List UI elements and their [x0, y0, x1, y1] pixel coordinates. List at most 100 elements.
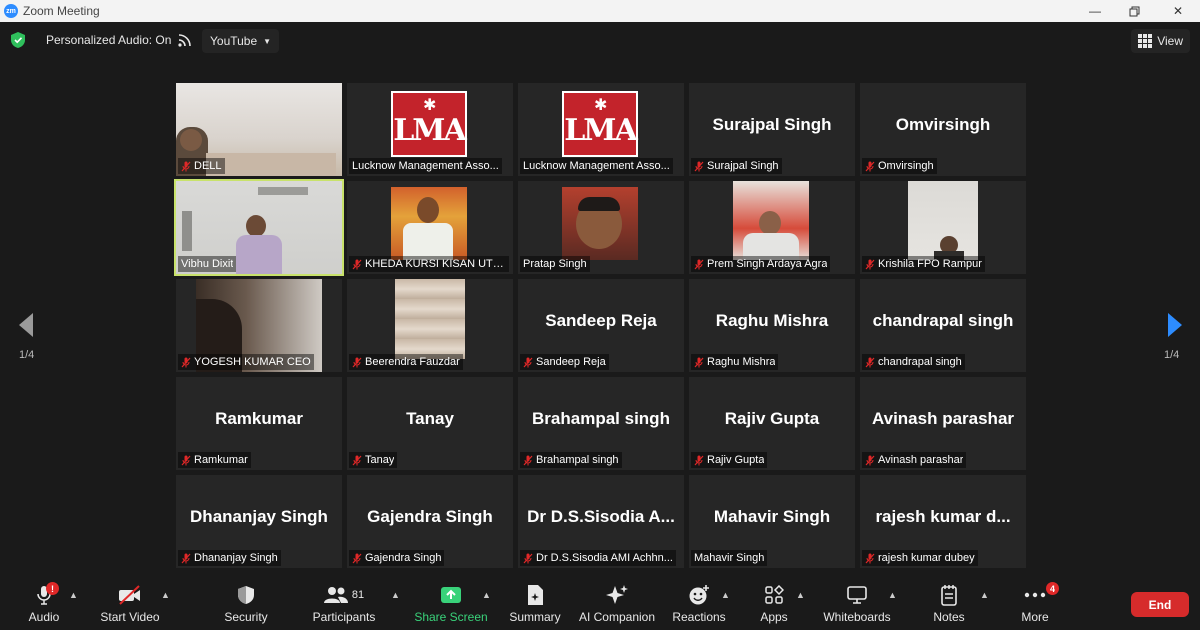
- personalized-audio-status[interactable]: Personalized Audio: On: [46, 33, 171, 47]
- muted-mic-icon: [352, 357, 362, 367]
- audio-warning-badge: !: [46, 582, 59, 595]
- participant-tile[interactable]: Pratap Singh: [518, 181, 684, 274]
- participant-name-label: Prem Singh Ardaya Agra: [691, 256, 831, 272]
- participants-options-caret[interactable]: ▲: [391, 590, 400, 600]
- meeting-top-bar: Personalized Audio: On YouTube ▼ View: [0, 22, 1200, 60]
- participant-tile[interactable]: Brahampal singh Brahampal singh: [518, 377, 684, 470]
- apps-options-caret[interactable]: ▲: [796, 590, 805, 600]
- participant-tile[interactable]: Krishila FPO Rampur: [860, 181, 1026, 274]
- apps-icon: [765, 585, 784, 604]
- reactions-button[interactable]: Reactions: [672, 582, 726, 626]
- whiteboards-button[interactable]: Whiteboards: [822, 582, 892, 626]
- participant-name-label: Gajendra Singh: [349, 550, 445, 566]
- participant-name-label: Rajiv Gupta: [691, 452, 768, 468]
- participant-name-label: Dr D.S.Sisodia AMI Achhn...: [520, 550, 676, 566]
- participant-tile[interactable]: YOGESH KUMAR CEO: [176, 279, 342, 372]
- more-button[interactable]: 4 More: [1018, 582, 1059, 626]
- muted-mic-icon: [865, 259, 875, 269]
- participant-name-label: Omvirsingh: [862, 158, 937, 174]
- participant-tile[interactable]: Raghu Mishra Raghu Mishra: [689, 279, 855, 372]
- summary-button[interactable]: Summary: [508, 582, 562, 626]
- notes-options-caret[interactable]: ▲: [980, 590, 989, 600]
- participant-tile-active-speaker[interactable]: Vibhu Dixit: [174, 179, 344, 276]
- ai-sparkle-icon: [606, 585, 628, 604]
- stream-target-dropdown[interactable]: YouTube ▼: [202, 29, 280, 53]
- participant-tile[interactable]: Mahavir Singh Mahavir Singh: [689, 475, 855, 568]
- muted-mic-icon: [523, 455, 533, 465]
- caret-down-icon: ▼: [263, 36, 272, 46]
- muted-mic-icon: [694, 161, 704, 171]
- gallery-grid: DELL ✱ LMA Lucknow Management Asso... ✱ …: [174, 83, 1026, 570]
- share-screen-button[interactable]: Share Screen: [414, 582, 488, 626]
- participant-tile[interactable]: Surajpal Singh Surajpal Singh: [689, 83, 855, 176]
- live-stream-icon[interactable]: [178, 33, 192, 47]
- participant-tile[interactable]: Dhananjay Singh Dhananjay Singh: [176, 475, 342, 568]
- page-indicator-left: 1/4: [19, 349, 35, 361]
- close-window-button[interactable]: ✕: [1158, 0, 1198, 22]
- muted-mic-icon: [181, 161, 191, 171]
- participant-tile[interactable]: ✱ LMA Lucknow Management Asso...: [518, 83, 684, 176]
- next-page-arrow-icon[interactable]: [1166, 312, 1184, 338]
- participant-display-name: chandrapal singh: [872, 311, 1014, 330]
- more-notification-badge: 4: [1046, 582, 1059, 595]
- participant-tile[interactable]: rajesh kumar d... rajesh kumar dubey: [860, 475, 1026, 568]
- view-label: View: [1157, 34, 1183, 48]
- share-options-caret[interactable]: ▲: [482, 590, 491, 600]
- participant-tile[interactable]: Beerendra Fauzdar: [347, 279, 513, 372]
- start-video-button[interactable]: Start Video: [98, 582, 162, 626]
- participant-name-label: Krishila FPO Rampur: [862, 256, 985, 272]
- participant-name-label: DELL: [178, 158, 225, 174]
- participant-tile[interactable]: Gajendra Singh Gajendra Singh: [347, 475, 513, 568]
- muted-mic-icon: [694, 259, 704, 269]
- summary-document-icon: [528, 585, 543, 605]
- view-button[interactable]: View: [1131, 29, 1190, 53]
- restore-icon: [1129, 6, 1139, 16]
- share-screen-icon: [441, 587, 461, 603]
- muted-mic-icon: [694, 455, 704, 465]
- muted-mic-icon: [523, 553, 533, 563]
- participant-tile[interactable]: Rajiv Gupta Rajiv Gupta: [689, 377, 855, 470]
- participant-display-name: rajesh kumar d...: [875, 507, 1011, 526]
- participant-count: 81: [351, 589, 365, 601]
- participant-tile[interactable]: Omvirsingh Omvirsingh: [860, 83, 1026, 176]
- maximize-button[interactable]: [1114, 0, 1154, 22]
- participant-tile[interactable]: Dr D.S.Sisodia A... Dr D.S.Sisodia AMI A…: [518, 475, 684, 568]
- participant-name-label: Mahavir Singh: [691, 550, 768, 566]
- participant-tile[interactable]: KHEDA KURSI KISAN UTP...: [347, 181, 513, 274]
- audio-button[interactable]: ! Audio: [26, 582, 62, 626]
- participant-tile[interactable]: Prem Singh Ardaya Agra: [689, 181, 855, 274]
- audio-options-caret[interactable]: ▲: [69, 590, 78, 600]
- previous-page-arrow-icon[interactable]: [17, 312, 35, 338]
- participant-display-name: Surajpal Singh: [712, 115, 832, 134]
- participants-button[interactable]: 81 Participants: [312, 582, 376, 626]
- notes-button[interactable]: Notes: [930, 582, 968, 626]
- participant-tile[interactable]: Sandeep Reja Sandeep Reja: [518, 279, 684, 372]
- participant-tile[interactable]: Ramkumar Ramkumar: [176, 377, 342, 470]
- participant-display-name: Dr D.S.Sisodia A...: [527, 507, 675, 526]
- participant-display-name: Ramkumar: [215, 409, 303, 428]
- participant-name-label: rajesh kumar dubey: [862, 550, 978, 566]
- ai-companion-button[interactable]: AI Companion: [578, 582, 656, 626]
- participant-tile[interactable]: DELL: [176, 83, 342, 176]
- participant-tile[interactable]: chandrapal singh chandrapal singh: [860, 279, 1026, 372]
- encryption-shield-icon[interactable]: [11, 32, 25, 48]
- grid-view-icon: [1138, 34, 1153, 48]
- participant-name-label: Tanay: [349, 452, 398, 468]
- end-meeting-button[interactable]: End: [1131, 592, 1189, 617]
- window-title: Zoom Meeting: [23, 4, 100, 18]
- muted-mic-icon: [523, 357, 533, 367]
- participant-tile[interactable]: Avinash parashar Avinash parashar: [860, 377, 1026, 470]
- participant-name-label: chandrapal singh: [862, 354, 965, 370]
- security-button[interactable]: Security: [222, 582, 270, 626]
- participant-name-label: Pratap Singh: [520, 256, 590, 272]
- muted-mic-icon: [352, 553, 362, 563]
- participant-display-name: Tanay: [406, 409, 454, 428]
- video-options-caret[interactable]: ▲: [161, 590, 170, 600]
- whiteboards-options-caret[interactable]: ▲: [888, 590, 897, 600]
- reactions-options-caret[interactable]: ▲: [721, 590, 730, 600]
- apps-button[interactable]: Apps: [757, 582, 791, 626]
- participant-tile[interactable]: Tanay Tanay: [347, 377, 513, 470]
- minimize-button[interactable]: —: [1075, 0, 1115, 22]
- participant-tile[interactable]: ✱ LMA Lucknow Management Asso...: [347, 83, 513, 176]
- participant-display-name: Raghu Mishra: [715, 311, 829, 330]
